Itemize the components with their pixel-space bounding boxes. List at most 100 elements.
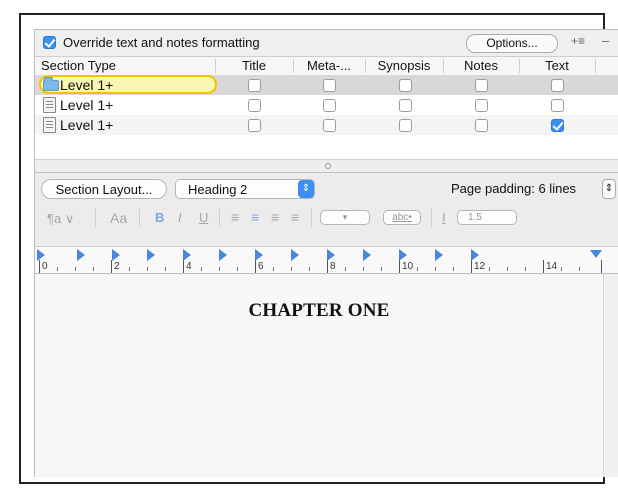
notes-checkbox[interactable]: [475, 99, 488, 112]
chapter-heading: CHAPTER ONE: [248, 300, 390, 321]
ruler-tick: [39, 260, 40, 273]
column-title[interactable]: Title: [215, 58, 293, 73]
meta-checkbox[interactable]: [323, 79, 336, 92]
column-meta[interactable]: Meta-...: [293, 58, 365, 73]
split-view-divider[interactable]: [35, 159, 618, 173]
align-justify-icon[interactable]: ≡: [291, 209, 299, 225]
heading-style-select[interactable]: Heading 2: [175, 179, 315, 199]
ruler-minor-tick: [219, 267, 220, 271]
tab-stop-icon[interactable]: [219, 249, 227, 261]
ruler-tick: [543, 260, 544, 273]
toolbar-divider: [139, 209, 140, 227]
align-center-icon[interactable]: ≡: [251, 209, 259, 225]
ruler-end-tick: [601, 260, 602, 273]
line-spacing-stepper[interactable]: 1.5: [457, 210, 517, 225]
page-padding-label: Page padding: 6 lines: [451, 181, 577, 196]
ruler-tick: [111, 260, 112, 273]
select-arrows-icon: ⇕: [298, 180, 314, 198]
column-divider: [595, 59, 596, 73]
ruler-tick: [399, 260, 400, 273]
synopsis-checkbox[interactable]: [399, 79, 412, 92]
document-icon: [43, 117, 56, 133]
ruler-minor-tick: [273, 267, 274, 271]
column-synopsis[interactable]: Synopsis: [365, 58, 443, 73]
toolbar-divider: [311, 209, 312, 227]
ruler-minor-tick: [417, 267, 418, 271]
synopsis-checkbox[interactable]: [399, 99, 412, 112]
ruler-minor-tick: [561, 267, 562, 271]
tab-stop-icon[interactable]: [327, 249, 335, 261]
ruler-tick: [471, 260, 472, 273]
highlight-select[interactable]: abc•: [383, 210, 421, 225]
right-margin-icon[interactable]: [590, 250, 602, 258]
notes-checkbox[interactable]: [475, 79, 488, 92]
document-icon: [43, 97, 56, 113]
table-row[interactable]: Level 1+: [35, 75, 618, 95]
tab-stop-icon[interactable]: [363, 249, 371, 261]
column-section-type[interactable]: Section Type: [41, 58, 116, 73]
tab-stop-icon[interactable]: [471, 249, 479, 261]
column-notes[interactable]: Notes: [443, 58, 519, 73]
ruler-minor-tick: [129, 267, 130, 271]
toolbar-divider: [95, 209, 96, 227]
meta-checkbox[interactable]: [323, 99, 336, 112]
ruler[interactable]: 0 2 4 6 8 10 12 14: [35, 246, 618, 274]
ruler-minor-tick: [75, 267, 76, 271]
text-checkbox[interactable]: [551, 119, 564, 132]
italic-button[interactable]: I: [178, 210, 182, 225]
tab-stop-icon[interactable]: [255, 249, 263, 261]
ruler-minor-tick: [237, 267, 238, 271]
tab-stop-icon[interactable]: [77, 249, 85, 261]
paragraph-style-icon[interactable]: ¶a ∨: [47, 211, 74, 227]
tab-stop-icon[interactable]: [112, 249, 120, 261]
font-button[interactable]: Aa: [110, 210, 127, 226]
ruler-minor-tick: [579, 267, 580, 271]
remove-format-icon[interactable]: –: [602, 33, 609, 48]
override-bar: Override text and notes formatting Optio…: [35, 30, 618, 56]
underline-button[interactable]: U: [199, 210, 208, 225]
meta-checkbox[interactable]: [323, 119, 336, 132]
options-button[interactable]: Options...: [466, 34, 558, 53]
padding-stepper[interactable]: ⇕: [602, 179, 616, 199]
ruler-minor-tick: [165, 267, 166, 271]
ruler-label: 4: [186, 261, 192, 272]
ruler-tick: [327, 260, 328, 273]
add-format-icon[interactable]: +≡: [571, 34, 585, 48]
override-checkbox[interactable]: [43, 36, 56, 49]
title-checkbox[interactable]: [248, 79, 261, 92]
text-checkbox[interactable]: [551, 79, 564, 92]
toolbar-divider: [431, 209, 432, 227]
ruler-label: 2: [114, 261, 120, 272]
section-type-name: Level 1+: [60, 117, 114, 133]
ruler-label: 12: [474, 261, 486, 272]
align-right-icon[interactable]: ≡: [271, 209, 279, 225]
text-checkbox[interactable]: [551, 99, 564, 112]
ruler-minor-tick: [309, 267, 310, 271]
tab-stop-icon[interactable]: [435, 249, 443, 261]
bold-button[interactable]: B: [155, 210, 164, 225]
ruler-label: 14: [546, 261, 558, 272]
synopsis-checkbox[interactable]: [399, 119, 412, 132]
ruler-minor-tick: [93, 267, 94, 271]
section-layout-button[interactable]: Section Layout...: [41, 179, 167, 199]
title-checkbox[interactable]: [248, 99, 261, 112]
text-color-select[interactable]: ▾: [320, 210, 370, 225]
text-preview-editor[interactable]: CHAPTER ONE: [35, 274, 603, 477]
title-checkbox[interactable]: [248, 119, 261, 132]
align-left-icon[interactable]: ≡: [231, 209, 239, 225]
tab-stop-icon[interactable]: [183, 249, 191, 261]
notes-checkbox[interactable]: [475, 119, 488, 132]
ruler-tick: [183, 260, 184, 273]
line-spacing-icon: I: [442, 210, 446, 225]
ruler-minor-tick: [345, 267, 346, 271]
ruler-label: 0: [42, 261, 48, 272]
tab-stop-icon[interactable]: [147, 249, 155, 261]
column-text[interactable]: Text: [519, 58, 595, 73]
vertical-scrollbar[interactable]: [603, 274, 618, 477]
drag-handle-icon: [325, 163, 331, 169]
tab-stop-icon[interactable]: [291, 249, 299, 261]
table-row[interactable]: Level 1+: [35, 115, 618, 135]
table-row[interactable]: Level 1+: [35, 95, 618, 115]
tab-stop-icon[interactable]: [399, 249, 407, 261]
ruler-minor-tick: [489, 267, 490, 271]
